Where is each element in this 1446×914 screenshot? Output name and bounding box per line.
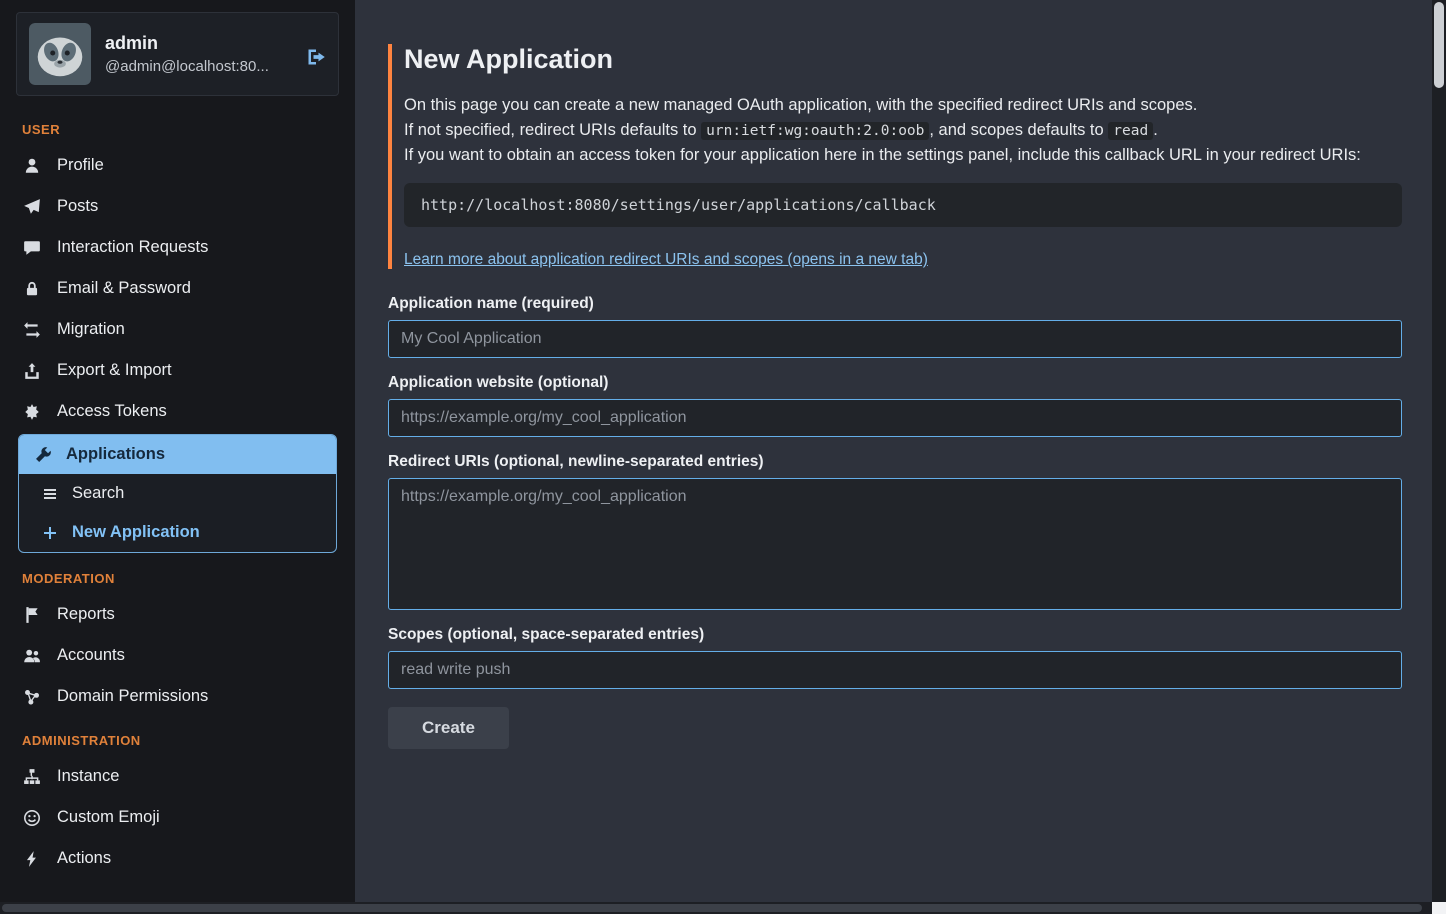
sidebar-item-label: Profile (57, 156, 104, 175)
application-website-label: Application website (optional) (388, 374, 1402, 392)
application-website-input[interactable] (388, 399, 1402, 437)
sidebar-item-label: Export & Import (57, 361, 172, 380)
sidebar-item-migration[interactable]: Migration (0, 309, 355, 350)
sidebar-item-label: Search (72, 484, 124, 503)
application-name-label: Application name (required) (388, 295, 1402, 313)
intro-line-2: If not specified, redirect URIs defaults… (404, 118, 1402, 143)
sidebar-item-label: Instance (57, 767, 119, 786)
intro-line-2-prefix: If not specified, redirect URIs defaults… (404, 121, 701, 139)
vertical-scrollbar-thumb[interactable] (1434, 2, 1444, 88)
speech-bubble-icon (22, 239, 42, 257)
sidebar-item-label: New Application (72, 523, 200, 542)
user-card[interactable]: admin @admin@localhost:80... (16, 12, 339, 96)
list-icon (41, 486, 59, 502)
application-name-input[interactable] (388, 320, 1402, 358)
sidebar-item-instance[interactable]: Instance (0, 756, 355, 797)
main-panel: New Application On this page you can cre… (355, 0, 1432, 914)
sidebar-item-email-password[interactable]: Email & Password (0, 268, 355, 309)
smiley-icon (22, 809, 42, 827)
section-title-administration: ADMINISTRATION (0, 717, 355, 756)
bolt-icon (22, 850, 42, 868)
sidebar-item-access-tokens[interactable]: Access Tokens (0, 391, 355, 432)
section-title-user: USER (0, 106, 355, 145)
redirect-uris-textarea[interactable] (388, 478, 1402, 610)
sidebar-item-label: Custom Emoji (57, 808, 160, 827)
sidebar-item-label: Email & Password (57, 279, 191, 298)
sidebar-section-user: USER Profile Posts Interaction Requests … (0, 106, 355, 553)
intro-line-1: On this page you can create a new manage… (404, 93, 1402, 118)
users-icon (22, 647, 42, 665)
sidebar-item-actions[interactable]: Actions (0, 838, 355, 879)
flag-icon (22, 606, 42, 624)
learn-more-link[interactable]: Learn more about application redirect UR… (404, 251, 928, 269)
sidebar-item-label: Applications (66, 445, 165, 464)
profile-icon (22, 157, 42, 175)
sidebar-section-moderation: MODERATION Reports Accounts Domain Permi… (0, 555, 355, 717)
user-handle: @admin@localhost:80... (105, 58, 269, 75)
scopes-input[interactable] (388, 651, 1402, 689)
sidebar-item-domain-permissions[interactable]: Domain Permissions (0, 676, 355, 717)
sidebar-item-posts[interactable]: Posts (0, 186, 355, 227)
paper-plane-icon (22, 198, 42, 216)
certificate-icon (22, 403, 42, 421)
sidebar-item-label: Access Tokens (57, 402, 167, 421)
plus-icon (41, 525, 59, 541)
scrollbar-corner (1432, 902, 1446, 914)
vertical-scrollbar[interactable] (1432, 0, 1446, 902)
sidebar-item-new-application[interactable]: New Application (19, 513, 336, 552)
new-application-form: Application name (required) Application … (388, 295, 1402, 749)
user-display-name: admin (105, 33, 269, 54)
sidebar-item-label: Interaction Requests (57, 238, 208, 257)
sidebar-item-export-import[interactable]: Export & Import (0, 350, 355, 391)
avatar (29, 23, 91, 85)
exchange-arrows-icon (22, 321, 42, 339)
sidebar-item-label: Actions (57, 849, 111, 868)
sidebar-item-label: Migration (57, 320, 125, 339)
sidebar-item-accounts[interactable]: Accounts (0, 635, 355, 676)
sidebar-item-reports[interactable]: Reports (0, 594, 355, 635)
wrench-icon (33, 446, 53, 464)
section-title-moderation: MODERATION (0, 555, 355, 594)
sidebar-item-interaction-requests[interactable]: Interaction Requests (0, 227, 355, 268)
sidebar-section-administration: ADMINISTRATION Instance Custom Emoji Act… (0, 717, 355, 879)
sidebar-item-label: Reports (57, 605, 115, 624)
sidebar-item-custom-emoji[interactable]: Custom Emoji (0, 797, 355, 838)
page-title: New Application (404, 44, 1402, 75)
horizontal-scrollbar-thumb[interactable] (2, 904, 1422, 912)
scopes-label: Scopes (optional, space-separated entrie… (388, 626, 1402, 644)
sidebar-item-applications-search[interactable]: Search (19, 474, 336, 513)
create-button[interactable]: Create (388, 707, 509, 749)
logout-icon[interactable] (306, 47, 326, 72)
horizontal-scrollbar[interactable] (0, 902, 1432, 914)
callback-url-code-block: http://localhost:8080/settings/user/appl… (404, 183, 1402, 227)
intro-line-2-suffix: . (1153, 121, 1158, 139)
sitemap-icon (22, 768, 42, 786)
intro-line-3: If you want to obtain an access token fo… (404, 143, 1402, 168)
lock-icon (22, 280, 42, 298)
info-block: New Application On this page you can cre… (388, 44, 1402, 269)
applications-group: Applications Search New Application (18, 434, 337, 553)
sloth-avatar-image (29, 23, 91, 85)
sidebar-item-label: Accounts (57, 646, 125, 665)
read-scope-code: read (1108, 122, 1153, 140)
sidebar-item-applications[interactable]: Applications (19, 435, 336, 474)
export-import-icon (22, 362, 42, 380)
sidebar-item-label: Domain Permissions (57, 687, 208, 706)
oob-code: urn:ietf:wg:oauth:2.0:oob (701, 122, 929, 140)
sidebar: admin @admin@localhost:80... USER Profil… (0, 0, 355, 914)
sidebar-item-label: Posts (57, 197, 98, 216)
sidebar-item-profile[interactable]: Profile (0, 145, 355, 186)
intro-line-2-mid: , and scopes defaults to (929, 121, 1108, 139)
network-nodes-icon (22, 688, 42, 706)
redirect-uris-label: Redirect URIs (optional, newline-separat… (388, 453, 1402, 471)
